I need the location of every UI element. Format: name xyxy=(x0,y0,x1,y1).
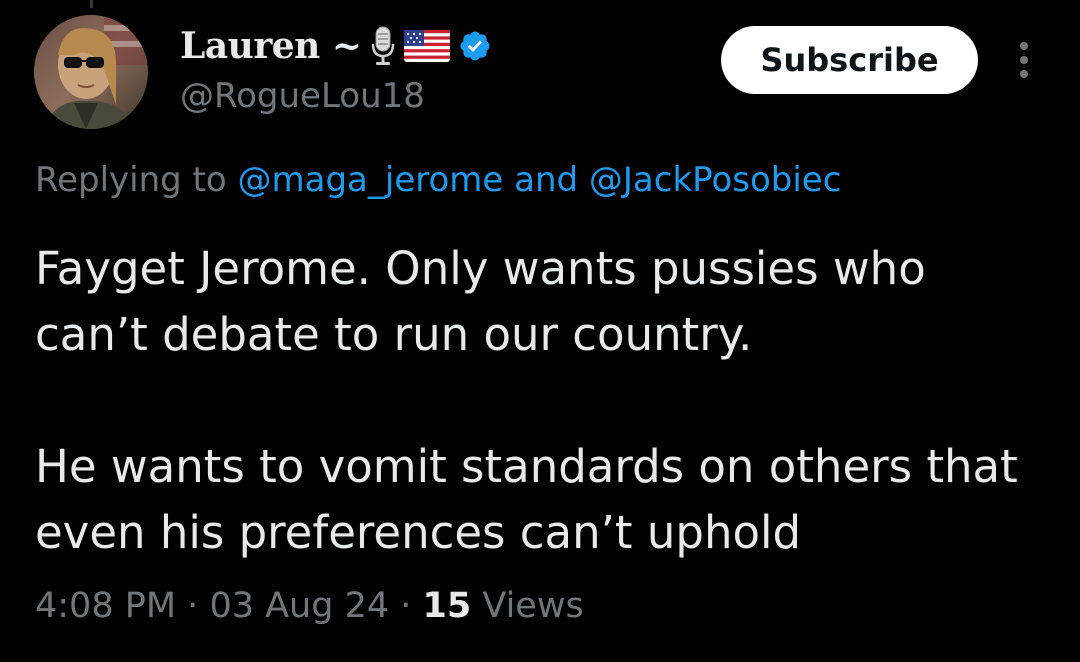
author-handle[interactable]: @RogueLou18 xyxy=(180,76,425,116)
views-label: Views xyxy=(482,586,584,626)
microphone-emoji xyxy=(370,26,396,66)
tweet-paragraph: He wants to vomit standards on others th… xyxy=(35,440,1018,559)
tweet-paragraph: Fayget Jerome. Only wants pussies who ca… xyxy=(35,242,926,361)
mention-link-jackposobiec[interactable]: @JackPosobiec xyxy=(589,160,842,200)
avatar-image xyxy=(34,15,148,129)
avatar[interactable] xyxy=(34,15,148,129)
views-count: 15 xyxy=(422,586,472,626)
tweet-body: Fayget Jerome. Only wants pussies who ca… xyxy=(35,236,1045,566)
replying-to-line: Replying to @maga_jerome and @JackPosobi… xyxy=(35,160,841,200)
tweet-date[interactable]: 03 Aug 24 xyxy=(209,586,389,626)
author-display-name[interactable]: Lauren ~ xyxy=(180,25,362,67)
us-flag-emoji xyxy=(403,30,450,62)
verified-badge-icon[interactable] xyxy=(458,29,492,63)
meta-separator: · xyxy=(400,586,412,626)
tweet-time[interactable]: 4:08 PM xyxy=(35,586,176,626)
replying-to-label: Replying to xyxy=(35,160,227,200)
author-name-row[interactable]: Lauren ~ xyxy=(180,24,492,68)
tweet-metadata: 4:08 PM · 03 Aug 24 · 15 Views xyxy=(35,586,584,626)
mention-link-maga-jerome[interactable]: @maga_jerome xyxy=(238,160,504,200)
thread-connector-line xyxy=(90,0,93,8)
replying-to-joiner: and xyxy=(514,160,579,200)
subscribe-button[interactable]: Subscribe xyxy=(721,26,978,94)
more-vertical-icon[interactable] xyxy=(1010,38,1038,82)
meta-separator: · xyxy=(187,586,199,626)
